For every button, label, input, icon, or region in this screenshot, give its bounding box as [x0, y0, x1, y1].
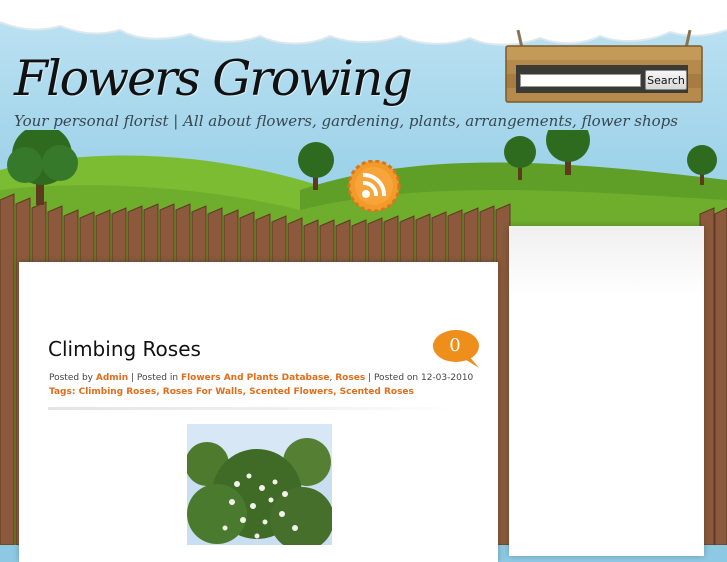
sidebar-panel: [509, 226, 704, 556]
comment-bubble[interactable]: 0: [433, 330, 483, 370]
tags-label: Tags:: [49, 387, 76, 397]
post-title[interactable]: Climbing Roses: [48, 337, 201, 361]
climbing-roses-photo: [187, 424, 332, 545]
posted-in-label: | Posted in: [131, 373, 179, 383]
category-link[interactable]: Flowers And Plants Database: [181, 373, 330, 383]
posted-on-label: | Posted on: [368, 373, 419, 383]
wooden-sign: [505, 30, 703, 103]
post-date: 12-03-2010: [420, 373, 474, 383]
search-widget: Search: [504, 30, 704, 105]
category-separator: ,: [329, 373, 333, 383]
comment-count: 0: [449, 335, 461, 356]
site-title[interactable]: Flowers Growing: [14, 50, 413, 107]
author-link[interactable]: Admin: [96, 373, 128, 383]
posted-by-label: Posted by: [49, 373, 93, 383]
tag-separator: ,: [156, 387, 160, 397]
post-divider: [48, 407, 458, 410]
site-tagline: Your personal florist | All about flower…: [14, 112, 678, 130]
tag-separator: ,: [242, 387, 246, 397]
category-link[interactable]: Roses: [335, 373, 365, 383]
rss-feed-icon[interactable]: [346, 160, 406, 212]
post-meta: Posted by Admin | Posted in Flowers And …: [49, 373, 473, 383]
post-tags: Tags: Climbing Roses, Roses For Walls, S…: [49, 387, 414, 397]
tag-link[interactable]: Scented Roses: [340, 387, 414, 397]
tag-separator: ,: [333, 387, 337, 397]
tag-link[interactable]: Roses For Walls: [163, 387, 243, 397]
search-input[interactable]: [520, 74, 641, 87]
tag-link[interactable]: Climbing Roses: [79, 387, 157, 397]
tag-link[interactable]: Scented Flowers: [249, 387, 333, 397]
search-button[interactable]: Search: [645, 70, 687, 90]
